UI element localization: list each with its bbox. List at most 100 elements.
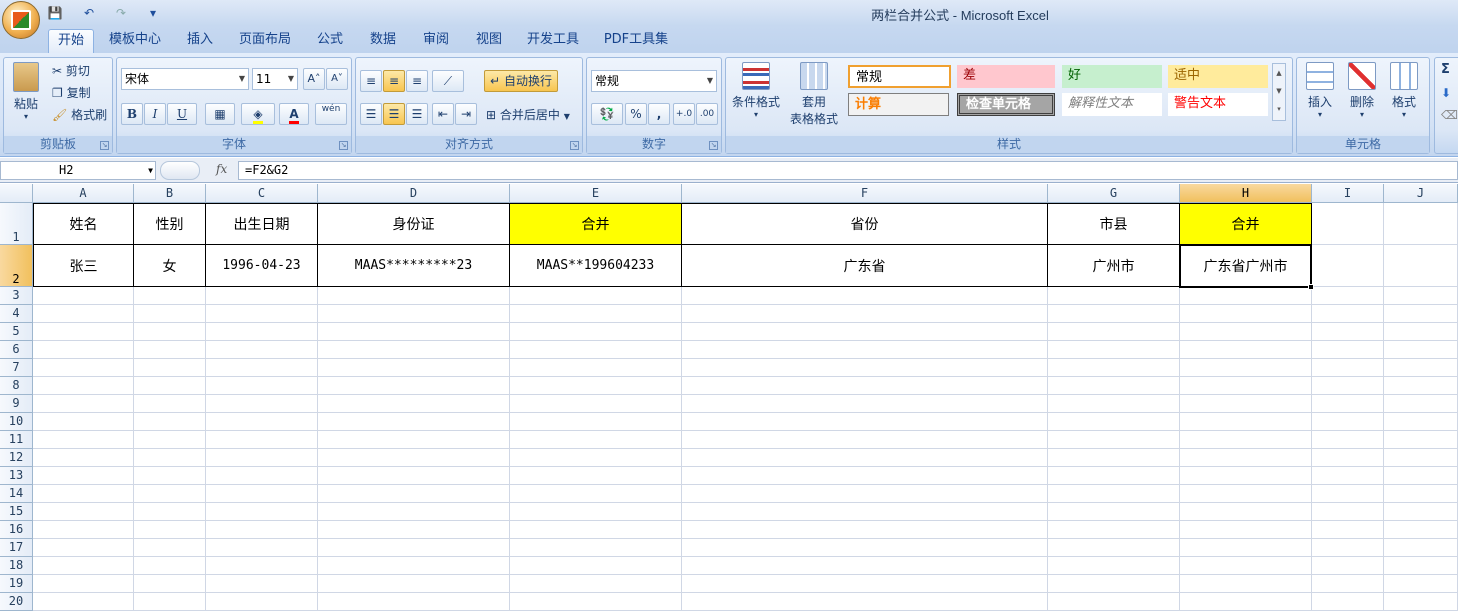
cell-empty[interactable]	[1048, 485, 1180, 503]
cell-empty[interactable]	[1384, 305, 1458, 323]
font-dialog-launcher-icon[interactable]: ↘	[339, 141, 348, 150]
row-header-5[interactable]: 5	[0, 323, 33, 341]
cell-empty[interactable]	[206, 467, 318, 485]
cell-empty[interactable]	[1180, 593, 1312, 611]
orientation-button[interactable]: ⟋	[432, 70, 464, 92]
cell-a1-name[interactable]: 姓名	[33, 203, 134, 245]
cell-empty[interactable]	[134, 521, 206, 539]
tab-formulas[interactable]: 公式	[310, 29, 350, 53]
cell-empty[interactable]	[318, 377, 510, 395]
row-header-9[interactable]: 9	[0, 395, 33, 413]
cell-empty[interactable]	[510, 521, 682, 539]
cell-empty[interactable]	[134, 467, 206, 485]
column-header-i[interactable]: I	[1312, 184, 1384, 203]
comma-button[interactable]: ,	[648, 103, 670, 125]
cell-empty[interactable]	[318, 413, 510, 431]
cell-b2-gender[interactable]: 女	[134, 245, 206, 287]
font-size-select[interactable]: 11 ▼	[252, 68, 298, 90]
cell-empty[interactable]	[134, 359, 206, 377]
bold-button[interactable]: B	[121, 103, 143, 125]
row-header-1[interactable]: 1	[0, 203, 33, 245]
cell-empty[interactable]	[318, 449, 510, 467]
percent-button[interactable]: %	[625, 103, 647, 125]
row-header-20[interactable]: 20	[0, 593, 33, 611]
cell-empty[interactable]	[318, 593, 510, 611]
cell-empty[interactable]	[206, 521, 318, 539]
row-header-3[interactable]: 3	[0, 287, 33, 305]
cell-empty[interactable]	[1180, 521, 1312, 539]
cell-d1-id-number[interactable]: 身份证	[318, 203, 510, 245]
increase-indent-button[interactable]: ⇥	[455, 103, 477, 125]
row-header-13[interactable]: 13	[0, 467, 33, 485]
tab-developer[interactable]: 开发工具	[522, 29, 584, 53]
cell-empty[interactable]	[206, 575, 318, 593]
cell-empty[interactable]	[682, 323, 1048, 341]
cell-e2-merge-id[interactable]: MAAS**199604233	[510, 245, 682, 287]
row-header-2[interactable]: 2	[0, 245, 33, 287]
cell-empty[interactable]	[1312, 203, 1384, 245]
conditional-formatting-button[interactable]: 条件格式 ▾	[728, 62, 784, 119]
cell-empty[interactable]	[1312, 539, 1384, 557]
tab-pdf-tools[interactable]: PDF工具集	[598, 29, 674, 53]
cell-empty[interactable]	[510, 485, 682, 503]
cell-empty[interactable]	[206, 485, 318, 503]
cell-empty[interactable]	[1384, 575, 1458, 593]
cell-empty[interactable]	[682, 449, 1048, 467]
cell-empty[interactable]	[1384, 413, 1458, 431]
paste-dropdown-icon[interactable]: ▾	[8, 112, 44, 121]
fill-icon[interactable]: ⬇	[1441, 86, 1451, 100]
wrap-text-button[interactable]: ↵ 自动换行	[484, 70, 558, 92]
cell-empty[interactable]	[33, 503, 134, 521]
decrease-indent-button[interactable]: ⇤	[432, 103, 454, 125]
name-box[interactable]: H2 ▼	[0, 161, 156, 180]
cell-empty[interactable]	[1312, 305, 1384, 323]
cell-empty[interactable]	[206, 503, 318, 521]
cell-empty[interactable]	[1180, 539, 1312, 557]
cell-empty[interactable]	[1312, 575, 1384, 593]
cell-empty[interactable]	[1384, 557, 1458, 575]
cell-empty[interactable]	[1048, 593, 1180, 611]
cell-f1-province[interactable]: 省份	[682, 203, 1048, 245]
row-header-17[interactable]: 17	[0, 539, 33, 557]
font-name-select[interactable]: 宋体 ▼	[121, 68, 249, 90]
cell-empty[interactable]	[33, 287, 134, 305]
cell-empty[interactable]	[318, 305, 510, 323]
cell-empty[interactable]	[134, 287, 206, 305]
style-explanatory[interactable]: 解释性文本	[1062, 93, 1162, 116]
cell-empty[interactable]	[318, 503, 510, 521]
cell-empty[interactable]	[510, 287, 682, 305]
phonetic-button[interactable]: wén	[315, 103, 347, 125]
cell-empty[interactable]	[1048, 503, 1180, 521]
cell-empty[interactable]	[206, 305, 318, 323]
cell-empty[interactable]	[682, 521, 1048, 539]
cell-empty[interactable]	[318, 287, 510, 305]
cell-empty[interactable]	[33, 323, 134, 341]
cell-h1-merge-location[interactable]: 合并	[1180, 203, 1312, 245]
cell-empty[interactable]	[206, 359, 318, 377]
cell-empty[interactable]	[33, 557, 134, 575]
style-neutral[interactable]: 适中	[1168, 65, 1268, 88]
number-dialog-launcher-icon[interactable]: ↘	[709, 141, 718, 150]
cell-empty[interactable]	[33, 431, 134, 449]
cell-empty[interactable]	[510, 431, 682, 449]
cell-empty[interactable]	[33, 539, 134, 557]
cell-empty[interactable]	[1384, 467, 1458, 485]
decrease-decimal-button[interactable]: .00	[696, 103, 718, 125]
cell-empty[interactable]	[682, 575, 1048, 593]
office-button[interactable]	[2, 1, 40, 39]
cell-empty[interactable]	[1312, 323, 1384, 341]
cell-empty[interactable]	[1048, 377, 1180, 395]
cell-empty[interactable]	[1180, 557, 1312, 575]
cell-empty[interactable]	[1384, 521, 1458, 539]
clipboard-dialog-launcher-icon[interactable]: ↘	[100, 141, 109, 150]
cell-empty[interactable]	[206, 593, 318, 611]
cell-empty[interactable]	[510, 323, 682, 341]
row-header-4[interactable]: 4	[0, 305, 33, 323]
cell-empty[interactable]	[682, 593, 1048, 611]
cell-empty[interactable]	[134, 413, 206, 431]
column-header-j[interactable]: J	[1384, 184, 1458, 203]
cell-empty[interactable]	[510, 467, 682, 485]
cell-e1-merge-id[interactable]: 合并	[510, 203, 682, 245]
cell-empty[interactable]	[1312, 521, 1384, 539]
tab-insert[interactable]: 插入	[180, 29, 220, 53]
